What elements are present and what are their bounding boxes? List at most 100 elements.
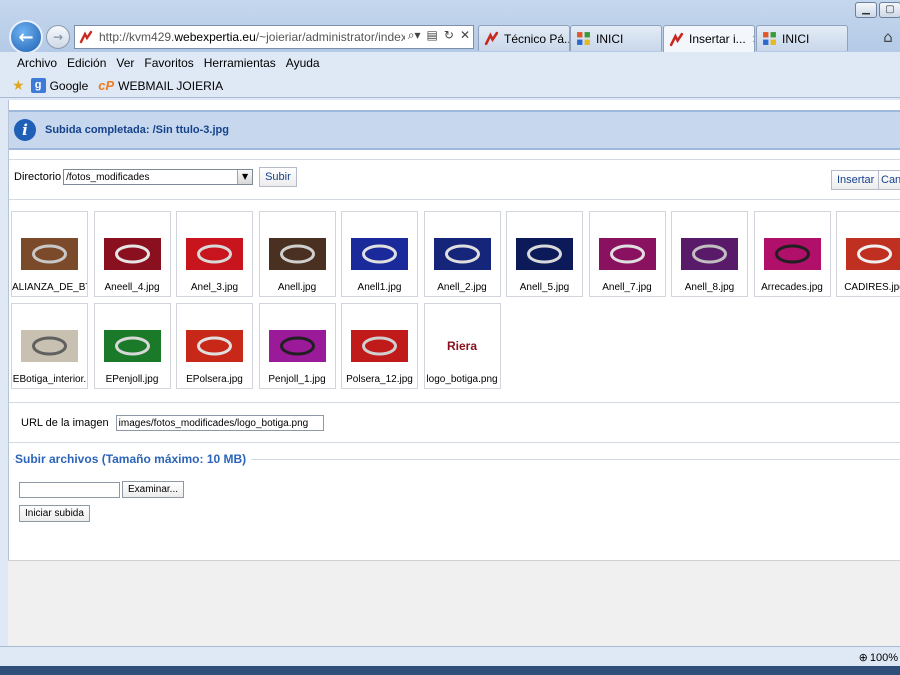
jewel-icon [114,336,150,356]
tab-label: INICI [782,31,810,46]
divider [9,442,900,443]
thumbnail-filename: CADIRES.jpg [844,282,900,293]
jewel-icon [692,244,727,264]
menu-ayuda[interactable]: Ayuda [281,56,325,70]
image-thumbnail[interactable]: ALIANZA_DE_BT [11,211,88,297]
compat-view-icon[interactable]: ▤ [427,28,438,43]
image-thumbnail[interactable]: Polsera_12.jpg [341,303,418,389]
menu-favoritos[interactable]: Favoritos [139,56,198,70]
url-label: URL de la imagen [21,417,109,429]
thumbnail-image [103,238,161,270]
thumbnail-filename: EPolsera.jpg [186,374,243,385]
image-thumbnail[interactable]: Anell_7.jpg [588,211,666,297]
message-bar: i Subida completada: /Sin ttulo-3.jpg [9,110,900,150]
jewel-icon [362,336,397,356]
directory-label: Directorio [14,171,62,183]
image-thumbnail[interactable]: CADIRES.jpg [836,211,900,297]
tab-insertar[interactable]: Insertar i... ✕ [663,25,755,52]
thumbnail-filename: Anell_7.jpg [602,282,652,293]
menu-bar: Archivo Edición Ver Favoritos Herramient… [0,52,900,74]
image-thumbnail[interactable]: EPenjoll.jpg [93,303,171,389]
favorite-google[interactable]: g Google [30,78,88,93]
file-input[interactable] [19,482,120,498]
thumbnail-filename: Arrecades.jpg [761,282,823,293]
cancel-button-label: Cancel [881,174,900,186]
thumbnail-image [186,238,243,270]
minimize-icon[interactable]: ▁ [855,2,877,18]
menu-archivo[interactable]: Archivo [12,56,62,70]
image-thumbnail[interactable]: Anell_2.jpg [423,211,501,297]
thumbnail-filename: Anel_3.jpg [190,282,239,293]
close-tab-icon[interactable]: ✕ [752,33,754,46]
search-icon[interactable]: ⌕▾ [408,28,421,43]
image-thumbnail[interactable]: Penjoll_1.jpg [258,303,336,389]
image-thumbnail[interactable]: Riera logo_botiga.png [423,303,501,389]
title-bar: ▁ ▢ ← → http://kvm429. webexpertia.eu/~jo… [0,0,900,54]
zoom-control[interactable]: ⊕ 100% [859,651,898,664]
image-thumbnail[interactable]: Aneell_4.jpg [93,211,171,297]
tab-tecnico[interactable]: Técnico Pá... [478,25,570,51]
thumbnail-image [21,238,78,270]
thumbnail-image [598,238,656,270]
tab-inici-2[interactable]: INICI [756,25,848,51]
inici-icon [577,32,590,45]
image-thumbnail[interactable]: Anel_3.jpg [176,211,253,297]
url-value: images/fotos_modificades/logo_botiga.png [118,417,309,429]
thumbnail-image [21,330,78,362]
jewel-icon [197,244,232,264]
tab-inici-1[interactable]: INICI [570,25,662,51]
menu-herramientas[interactable]: Herramientas [199,56,281,70]
start-upload-button[interactable]: Iniciar subida [19,505,90,522]
divider [9,402,900,403]
thumbnail-filename: ALIANZA_DE_BT [12,282,87,293]
tab-label: Insertar i... [689,32,746,46]
browser-window: ▁ ▢ ← → http://kvm429. webexpertia.eu/~jo… [0,0,900,675]
image-thumbnail[interactable]: EBotiga_interior. [11,303,88,389]
thumbnail-filename: Penjoll_1.jpg [268,374,326,385]
maximize-icon[interactable]: ▢ [879,2,900,18]
jewel-icon [774,244,810,264]
browse-button-label: Examinar... [128,484,179,495]
image-thumbnail[interactable]: Anell_8.jpg [671,211,748,297]
url-input[interactable]: images/fotos_modificades/logo_botiga.png [115,415,324,431]
image-thumbnail[interactable]: Anell_5.jpg [506,211,583,297]
image-thumbnail[interactable]: Anell1.jpg [341,211,418,297]
thumbnail-image [186,330,243,362]
up-button[interactable]: Subir [259,167,297,187]
message-text: Subida completada: /Sin ttulo-3.jpg [45,124,229,136]
forward-button[interactable]: → [46,25,70,49]
home-icon[interactable]: ⌂ [878,28,898,48]
thumbnail-image [268,330,326,362]
jewel-icon [279,336,315,356]
directory-select[interactable]: /fotos_modificades ▼ [63,169,254,185]
cpanel-icon: cP [98,78,115,93]
upload-legend: Subir archivos (Tamaño máximo: 10 MB) [15,452,252,466]
favorite-label: WEBMAIL JOIERIA [118,78,224,93]
menu-ver[interactable]: Ver [111,56,139,70]
jewel-icon [32,244,67,264]
zoom-icon: ⊕ [858,651,868,664]
back-button[interactable]: ← [9,20,43,54]
menu-edicion[interactable]: Edición [62,56,111,70]
info-icon: i [14,119,36,141]
browse-button[interactable]: Examinar... [122,481,185,498]
favorite-webmail[interactable]: cP WEBMAIL JOIERIA [98,78,223,93]
thumbnail-image [681,238,738,270]
jewel-icon [197,336,232,356]
address-tools: ⌕▾ ▤ ↻ ✕ [404,28,470,43]
up-button-label: Subir [265,171,291,183]
stop-icon[interactable]: ✕ [460,28,470,43]
thumbnail-filename: Anell1.jpg [357,282,402,293]
image-thumbnail[interactable]: Arrecades.jpg [753,211,831,297]
address-url-suffix: /~joieriar/administrator/index [255,30,407,44]
directory-value: /fotos_modificades [66,171,150,183]
thumbnail-image [103,330,161,362]
image-thumbnail[interactable]: Anell.jpg [258,211,336,297]
cancel-button[interactable]: Cancel [878,170,900,190]
image-thumbnail[interactable]: EPolsera.jpg [176,303,253,389]
refresh-icon[interactable]: ↻ [444,28,454,43]
star-add-icon[interactable]: ★ [12,78,25,94]
insert-button[interactable]: Insertar [831,170,881,190]
address-bar[interactable]: http://kvm429. webexpertia.eu/~joieriar/a… [74,25,474,49]
dropdown-arrow-icon[interactable]: ▼ [237,170,253,184]
